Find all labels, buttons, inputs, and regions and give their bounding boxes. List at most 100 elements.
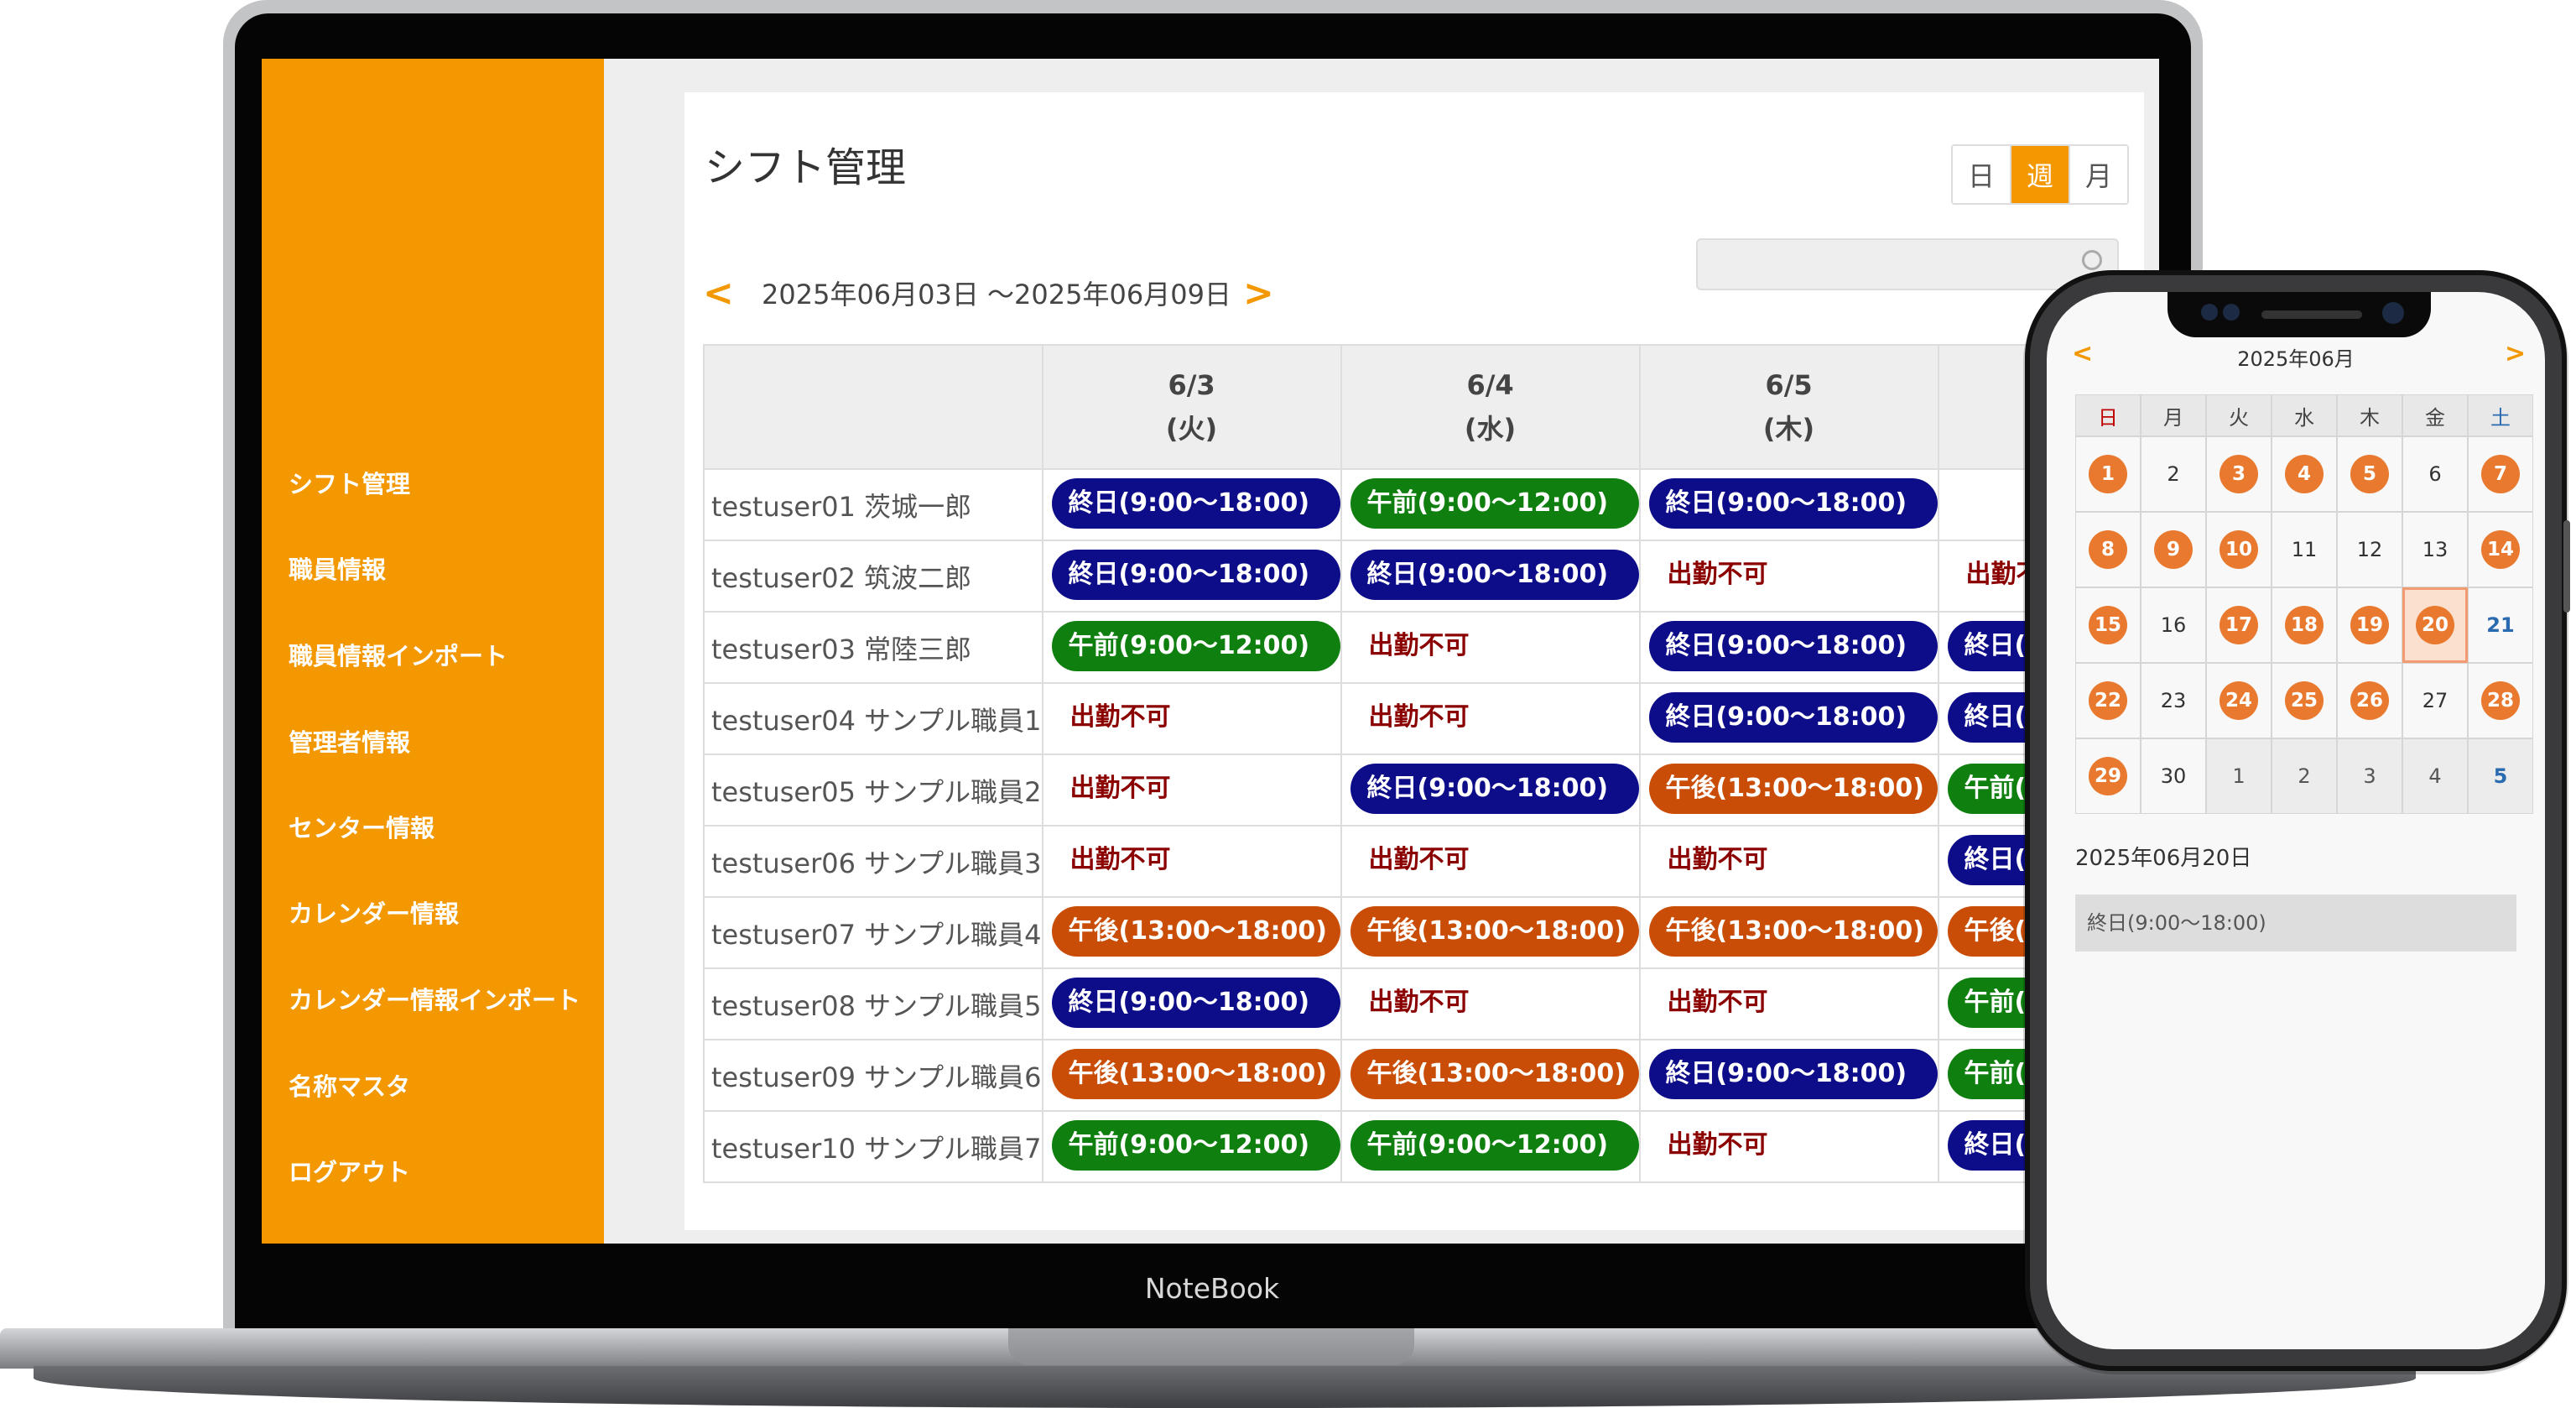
shift-badge[interactable]: 終日(9:00〜18:00) <box>1051 977 1340 1028</box>
view-week-button[interactable]: 週 <box>2010 146 2069 203</box>
shift-cell[interactable]: 午前(9:00〜12:00) <box>1041 1110 1342 1183</box>
shift-badge[interactable]: 午前(9:00〜12:00) <box>1350 477 1639 529</box>
sidebar-item-name-master[interactable]: 名称マスタ <box>289 1067 410 1103</box>
shift-badge[interactable]: 終日(9:00〜18:00) <box>1648 620 1938 671</box>
calendar-day[interactable]: 14 <box>2468 512 2533 587</box>
unavailable-label[interactable]: 出勤不可 <box>1350 692 1470 743</box>
sidebar-item-center[interactable]: センター情報 <box>289 809 435 844</box>
shift-cell[interactable]: 午後(13:00〜18:00) <box>1041 1039 1342 1112</box>
unavailable-label[interactable]: 出勤不可 <box>1350 978 1470 1028</box>
shift-cell[interactable]: 終日(9:00〜18:00) <box>1340 754 1641 827</box>
calendar-day[interactable]: 3 <box>2206 436 2272 512</box>
selected-shift-detail[interactable]: 終日(9:00〜18:00) <box>2075 894 2516 952</box>
search-icon[interactable] <box>2082 250 2102 270</box>
shift-badge[interactable]: 午後(13:00〜18:00) <box>1648 905 1938 957</box>
shift-cell[interactable]: 出勤不可 <box>1340 611 1641 684</box>
calendar-day[interactable]: 7 <box>2468 436 2533 512</box>
calendar-day[interactable]: 5 <box>2337 436 2402 512</box>
shift-cell[interactable]: 午後(13:00〜18:00) <box>1041 896 1342 969</box>
sidebar-item-shift[interactable]: シフト管理 <box>289 465 410 500</box>
unavailable-label[interactable]: 出勤不可 <box>1649 835 1768 885</box>
shift-badge[interactable]: 午前(9:00〜12:00) <box>1051 620 1340 671</box>
shift-badge[interactable]: 終日(9:00〜18:00) <box>1648 691 1938 743</box>
unavailable-label[interactable]: 出勤不可 <box>1052 835 1171 885</box>
calendar-day[interactable]: 12 <box>2337 512 2402 587</box>
calendar-day[interactable]: 19 <box>2337 587 2402 663</box>
shift-badge[interactable]: 終日(9:00〜18:00) <box>1350 763 1639 814</box>
shift-badge[interactable]: 午前(9:00〜12:00) <box>1350 1119 1639 1171</box>
calendar-day[interactable]: 15 <box>2075 587 2141 663</box>
calendar-day[interactable]: 26 <box>2337 663 2402 738</box>
next-week-button[interactable]: > <box>1243 272 1274 315</box>
unavailable-label[interactable]: 出勤不可 <box>1649 550 1768 600</box>
shift-badge[interactable]: 終日(9:00〜18:00) <box>1051 477 1340 529</box>
shift-cell[interactable]: 出勤不可 <box>1041 754 1342 827</box>
calendar-day[interactable]: 20 <box>2402 587 2468 663</box>
calendar-day[interactable]: 4 <box>2402 738 2468 814</box>
shift-cell[interactable]: 終日(9:00〜18:00) <box>1340 540 1641 613</box>
calendar-day[interactable]: 1 <box>2075 436 2141 512</box>
view-month-button[interactable]: 月 <box>2069 146 2127 203</box>
calendar-day[interactable]: 8 <box>2075 512 2141 587</box>
shift-cell[interactable]: 午後(13:00〜18:00) <box>1638 754 1939 827</box>
calendar-day[interactable]: 4 <box>2272 436 2337 512</box>
calendar-day[interactable]: 1 <box>2206 738 2272 814</box>
calendar-day[interactable]: 11 <box>2272 512 2337 587</box>
unavailable-label[interactable]: 出勤不可 <box>1649 978 1768 1028</box>
sidebar-item-admin[interactable]: 管理者情報 <box>289 723 410 759</box>
unavailable-label[interactable]: 出勤不可 <box>1052 692 1171 743</box>
shift-cell[interactable]: 午前(9:00〜12:00) <box>1041 611 1342 684</box>
calendar-day[interactable]: 23 <box>2141 663 2206 738</box>
shift-badge[interactable]: 午後(13:00〜18:00) <box>1051 905 1340 957</box>
shift-cell[interactable]: 出勤不可 <box>1638 967 1939 1040</box>
sidebar-item-staff-import[interactable]: 職員情報インポート <box>289 637 507 672</box>
shift-cell[interactable]: 午前(9:00〜12:00) <box>1340 468 1641 541</box>
shift-cell[interactable]: 午後(13:00〜18:00) <box>1340 896 1641 969</box>
view-day-button[interactable]: 日 <box>1953 146 2010 203</box>
shift-cell[interactable]: 終日(9:00〜18:00) <box>1638 468 1939 541</box>
shift-cell[interactable]: 終日(9:00〜18:00) <box>1041 967 1342 1040</box>
search-input[interactable] <box>1696 238 2119 290</box>
calendar-day[interactable]: 17 <box>2206 587 2272 663</box>
calendar-day[interactable]: 6 <box>2402 436 2468 512</box>
shift-cell[interactable]: 出勤不可 <box>1340 967 1641 1040</box>
shift-cell[interactable]: 出勤不可 <box>1041 682 1342 755</box>
calendar-day[interactable]: 2 <box>2272 738 2337 814</box>
shift-cell[interactable]: 終日(9:00〜18:00) <box>1638 1039 1939 1112</box>
shift-cell[interactable]: 終日(9:00〜18:00) <box>1041 468 1342 541</box>
calendar-day[interactable]: 9 <box>2141 512 2206 587</box>
calendar-day[interactable]: 3 <box>2337 738 2402 814</box>
shift-badge[interactable]: 終日(9:00〜18:00) <box>1648 477 1938 529</box>
shift-cell[interactable]: 終日(9:00〜18:00) <box>1638 682 1939 755</box>
shift-cell[interactable]: 出勤不可 <box>1041 825 1342 898</box>
shift-cell[interactable]: 出勤不可 <box>1340 682 1641 755</box>
calendar-day[interactable]: 28 <box>2468 663 2533 738</box>
sidebar-item-staff[interactable]: 職員情報 <box>289 550 386 586</box>
shift-badge[interactable]: 終日(9:00〜18:00) <box>1051 549 1340 600</box>
calendar-day[interactable]: 5 <box>2468 738 2533 814</box>
shift-cell[interactable]: 午前(9:00〜12:00) <box>1340 1110 1641 1183</box>
calendar-day[interactable]: 2 <box>2141 436 2206 512</box>
calendar-day[interactable]: 22 <box>2075 663 2141 738</box>
calendar-day[interactable]: 16 <box>2141 587 2206 663</box>
shift-cell[interactable]: 終日(9:00〜18:00) <box>1041 540 1342 613</box>
calendar-day[interactable]: 24 <box>2206 663 2272 738</box>
shift-badge[interactable]: 終日(9:00〜18:00) <box>1648 1048 1938 1099</box>
shift-cell[interactable]: 午後(13:00〜18:00) <box>1340 1039 1641 1112</box>
unavailable-label[interactable]: 出勤不可 <box>1350 835 1470 885</box>
shift-badge[interactable]: 午前(9:00〜12:00) <box>1051 1119 1340 1171</box>
sidebar-item-logout[interactable]: ログアウト <box>289 1153 410 1188</box>
calendar-day[interactable]: 18 <box>2272 587 2337 663</box>
calendar-day[interactable]: 29 <box>2075 738 2141 814</box>
shift-cell[interactable]: 出勤不可 <box>1638 1110 1939 1183</box>
unavailable-label[interactable]: 出勤不可 <box>1052 764 1171 814</box>
sidebar-item-calendar-import[interactable]: カレンダー情報インポート <box>289 981 580 1016</box>
prev-week-button[interactable]: < <box>703 272 734 315</box>
calendar-day[interactable]: 30 <box>2141 738 2206 814</box>
shift-cell[interactable]: 終日(9:00〜18:00) <box>1638 611 1939 684</box>
calendar-day[interactable]: 10 <box>2206 512 2272 587</box>
calendar-day[interactable]: 21 <box>2468 587 2533 663</box>
calendar-day[interactable]: 27 <box>2402 663 2468 738</box>
shift-badge[interactable]: 終日(9:00〜18:00) <box>1350 549 1639 600</box>
shift-badge[interactable]: 午後(13:00〜18:00) <box>1051 1048 1340 1099</box>
